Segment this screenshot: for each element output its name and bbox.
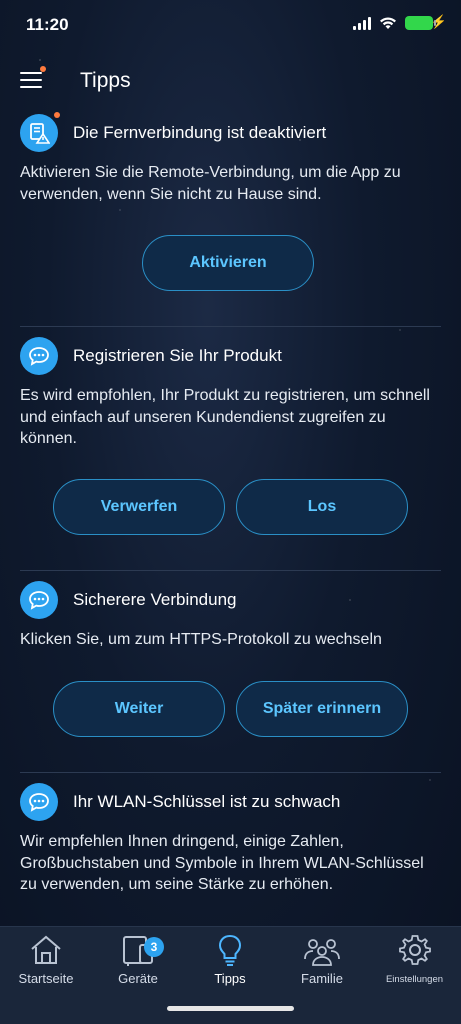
notification-dot	[54, 112, 60, 118]
tab-einstellungen[interactable]: Einstellungen	[368, 933, 461, 993]
tip-card-remote-connection: Die Fernverbindung ist deaktiviert Aktiv…	[20, 112, 441, 205]
card-text: Es wird empfohlen, Ihr Produkt zu regist…	[20, 387, 430, 447]
tab-label: Startseite	[18, 971, 74, 986]
chat-bubble-icon	[20, 783, 58, 821]
gear-icon	[398, 935, 431, 965]
menu-button[interactable]	[20, 66, 46, 90]
cellular-signal-icon	[353, 16, 371, 30]
button-row: Verwerfen Los	[53, 479, 408, 535]
button-row: Aktivieren	[142, 235, 314, 291]
battery-icon: ⚡	[405, 14, 447, 30]
wifi-icon	[380, 17, 396, 29]
button-row: Weiter Später erinnern	[53, 681, 408, 737]
chat-bubble-icon	[20, 337, 58, 375]
family-icon	[304, 939, 340, 966]
activate-button[interactable]: Aktivieren	[142, 235, 314, 291]
card-title: Die Fernverbindung ist deaktiviert	[73, 123, 327, 142]
discard-button[interactable]: Verwerfen	[53, 479, 225, 535]
card-title: Sicherere Verbindung	[73, 590, 237, 609]
lightbulb-icon	[218, 934, 242, 966]
tab-familie[interactable]: Familie	[276, 933, 368, 993]
tab-geraete[interactable]: 3 Geräte	[92, 933, 184, 993]
card-title: Ihr WLAN-Schlüssel ist zu schwach	[73, 792, 341, 811]
tab-label: Familie	[301, 971, 343, 986]
status-time: 11:20	[26, 15, 69, 34]
remote-warning-icon	[20, 112, 60, 152]
notification-dot	[40, 66, 46, 72]
divider	[20, 570, 441, 571]
status-icons: ⚡	[353, 14, 447, 30]
tip-card-register-product: Registrieren Sie Ihr Produkt Es wird emp…	[20, 337, 441, 450]
tip-card-weak-wifi-key: Ihr WLAN-Schlüssel ist zu schwach Wir em…	[20, 783, 441, 896]
tab-tipps[interactable]: Tipps	[184, 933, 276, 993]
card-text: Aktivieren Sie die Remote-Verbindung, um…	[20, 164, 401, 203]
card-text: Klicken Sie, um zum HTTPS-Protokoll zu w…	[20, 631, 382, 648]
card-title: Registrieren Sie Ihr Produkt	[73, 346, 282, 365]
remind-later-button[interactable]: Später erinnern	[236, 681, 408, 737]
chat-bubble-icon	[20, 581, 58, 619]
device-count-badge: 3	[144, 937, 164, 957]
page-title: Tipps	[80, 69, 131, 92]
home-icon	[31, 935, 61, 964]
go-button[interactable]: Los	[236, 479, 408, 535]
continue-button[interactable]: Weiter	[53, 681, 225, 737]
header: Tipps	[0, 62, 461, 102]
tip-card-secure-connection: Sicherere Verbindung Klicken Sie, um zum…	[20, 581, 441, 651]
tab-startseite[interactable]: Startseite	[0, 933, 92, 993]
divider	[20, 772, 441, 773]
card-text: Wir empfehlen Ihnen dringend, einige Zah…	[20, 833, 424, 893]
tab-label: Tipps	[214, 971, 246, 986]
tab-label: Geräte	[118, 971, 158, 986]
status-bar: 11:20 ⚡	[0, 0, 461, 48]
home-indicator	[167, 1006, 294, 1011]
tab-label: Einstellungen	[385, 974, 444, 985]
divider	[20, 326, 441, 327]
